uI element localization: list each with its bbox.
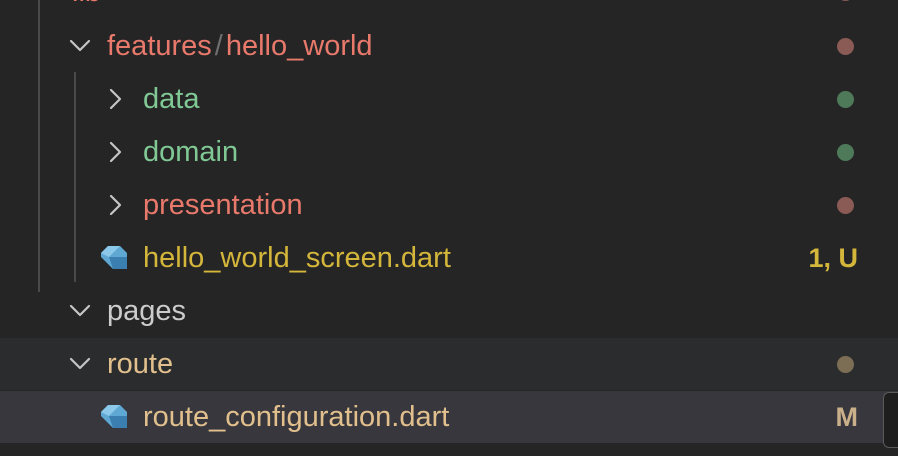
tree-row-presentation[interactable]: presentation	[0, 179, 898, 231]
tree-row-route-configuration[interactable]: route_configuration.dart M	[0, 391, 898, 443]
chevron-right-icon	[100, 136, 132, 168]
problem-count-badge: 1, U	[808, 243, 858, 273]
folder-label-data: data	[143, 83, 200, 115]
git-status-dot	[837, 91, 854, 108]
git-status-dot	[837, 144, 854, 161]
git-modified-badge: M	[835, 402, 859, 432]
folder-label-part-hello-world: hello_world	[225, 30, 373, 62]
folder-label-domain: domain	[143, 136, 239, 168]
file-label-hello-world-screen: hello_world_screen.dart	[143, 242, 451, 274]
git-status-dot	[837, 197, 854, 214]
tree-row-lib[interactable]: lib	[0, 0, 898, 18]
chevron-down-icon	[64, 295, 96, 327]
tree-row-pages[interactable]: pages	[0, 285, 898, 337]
chevron-down-icon	[64, 348, 96, 380]
tree-row-route[interactable]: route	[0, 338, 898, 390]
scrollbar-edge[interactable]	[883, 392, 898, 448]
tree-row-features-hello-world[interactable]: features / hello_world	[0, 20, 898, 72]
git-status-dot	[837, 38, 854, 55]
git-status-dot	[837, 0, 854, 1]
tree-row-domain[interactable]: domain	[0, 126, 898, 178]
git-status-dot	[837, 356, 854, 373]
folder-label-features: features / hello_world	[107, 20, 373, 72]
file-explorer-tree: lib features/hello_world data domain pre…	[0, 0, 898, 456]
folder-label-lib: lib	[72, 0, 101, 18]
dart-icon	[99, 402, 129, 432]
chevron-down-icon	[28, 0, 60, 8]
folder-label-part-features: features	[107, 30, 212, 62]
file-label-route-configuration: route_configuration.dart	[143, 401, 450, 433]
tree-row-data[interactable]: data	[0, 73, 898, 125]
dart-icon	[99, 243, 129, 273]
compact-folder-separator: /	[214, 30, 223, 62]
chevron-right-icon	[100, 189, 132, 221]
chevron-down-icon	[64, 30, 96, 62]
tree-row-hello-world-screen[interactable]: hello_world_screen.dart 1, U	[0, 232, 898, 284]
folder-label-route: route	[107, 348, 174, 380]
chevron-right-icon	[100, 83, 132, 115]
folder-label-pages: pages	[107, 295, 187, 327]
folder-label-presentation: presentation	[143, 189, 303, 221]
